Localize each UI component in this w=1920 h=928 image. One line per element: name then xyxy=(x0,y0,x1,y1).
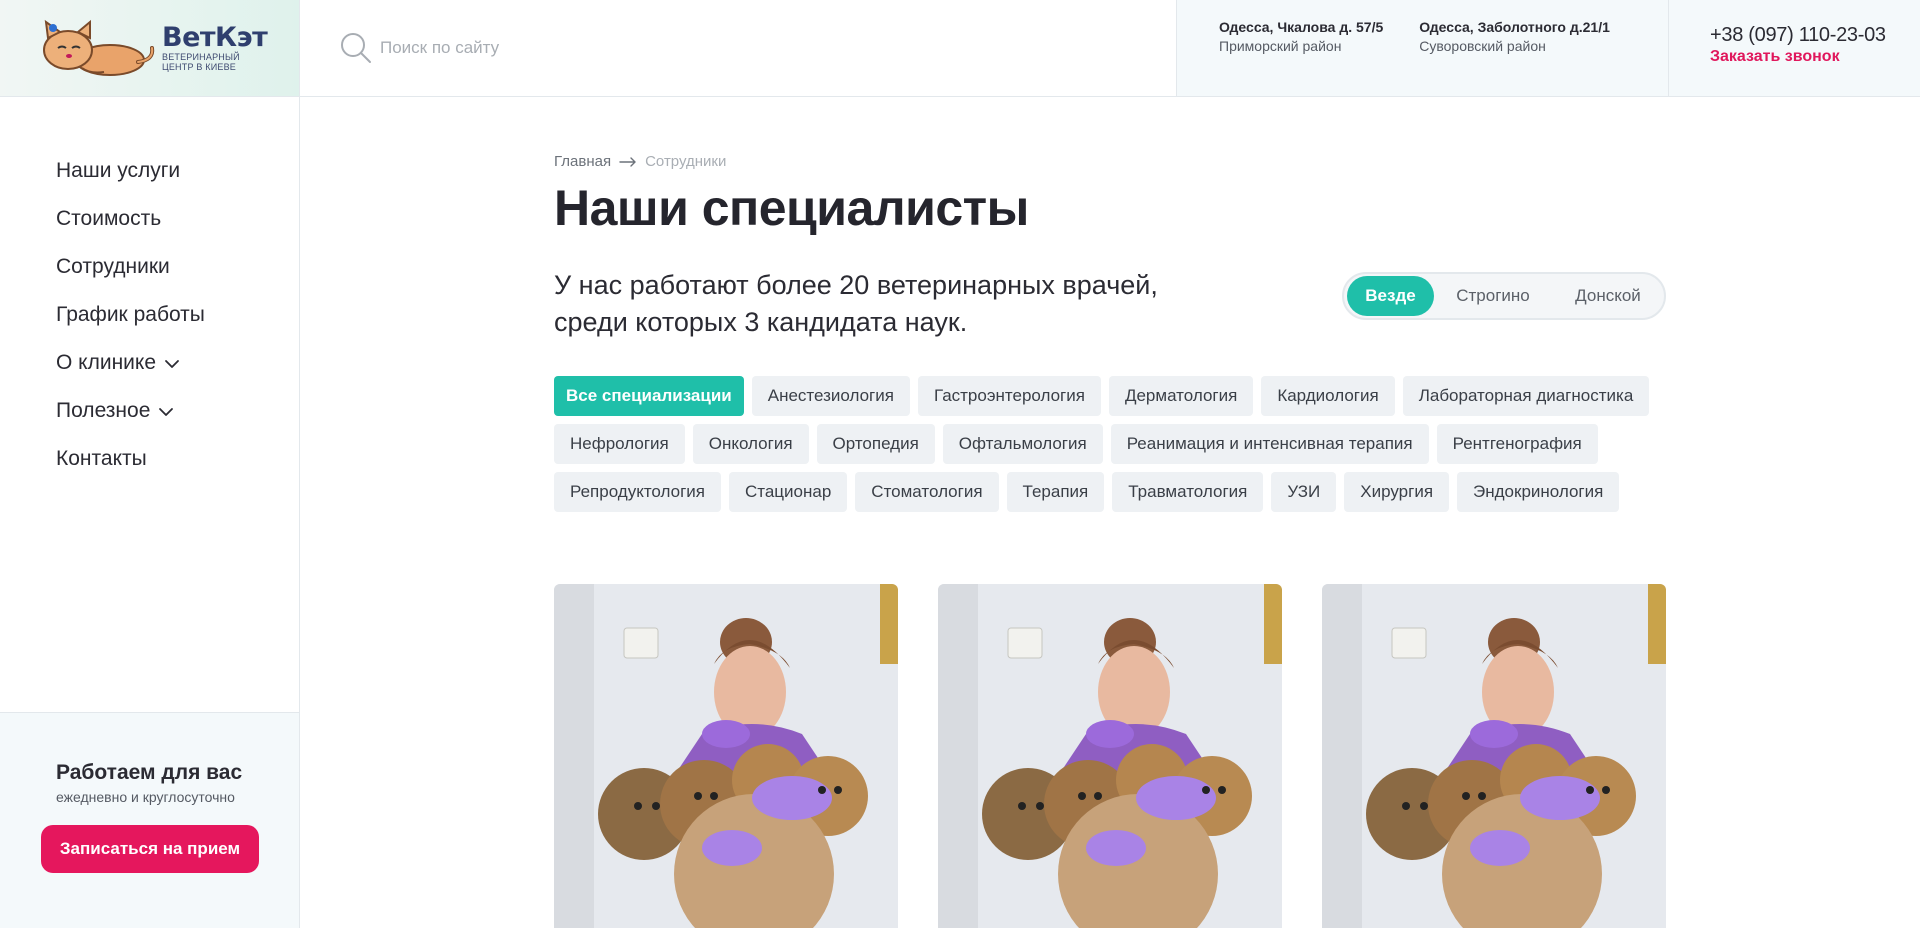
location-option-everywhere[interactable]: Везде xyxy=(1347,276,1434,316)
working-hours-subtitle: ежедневно и круглосуточно xyxy=(56,789,235,805)
veterinarian-with-puppies-photo xyxy=(938,584,1282,928)
sidebar-item-useful[interactable]: Полезное xyxy=(56,387,299,435)
sidebar-item-label: Контакты xyxy=(56,447,147,470)
sidebar-item-prices[interactable]: Стоимость xyxy=(56,195,299,243)
page-title: Наши специалисты xyxy=(554,180,1029,236)
working-hours-title: Работаем для вас xyxy=(56,761,243,784)
phone-number[interactable]: +38 (097) 110-23-03 xyxy=(1710,23,1920,47)
chevron-down-icon xyxy=(159,408,174,416)
sidebar-item-staff[interactable]: Сотрудники xyxy=(56,243,299,291)
specialization-tag[interactable]: Стационар xyxy=(728,472,848,512)
lead-line-2: среди которых 3 кандидата наук. xyxy=(554,307,968,337)
specialization-tag[interactable]: Лабораторная диагностика xyxy=(1402,376,1650,416)
specialization-tag[interactable]: Терапия xyxy=(1006,472,1105,512)
contact-block: +38 (097) 110-23-03 Заказать звонок xyxy=(1669,0,1920,96)
search-input[interactable] xyxy=(380,38,980,58)
address-1[interactable]: Одесса, Чкалова д. 57/5 Приморский район xyxy=(1219,18,1383,96)
address-2[interactable]: Одесса, Заболотного д.21/1 Суворовский р… xyxy=(1419,18,1610,96)
sidebar: Наши услуги Стоимость Сотрудники График … xyxy=(0,97,300,928)
specialization-tag[interactable]: Травматология xyxy=(1112,472,1264,512)
addresses: Одесса, Чкалова д. 57/5 Приморский район… xyxy=(1176,0,1669,96)
specialization-tag[interactable]: Онкология xyxy=(692,424,809,464)
specialist-card[interactable] xyxy=(938,584,1282,928)
breadcrumb-home[interactable]: Главная xyxy=(554,153,611,170)
logo-cat-icon xyxy=(43,19,155,76)
sidebar-item-services[interactable]: Наши услуги xyxy=(56,147,299,195)
lead-text: У нас работают более 20 ветеринарных вра… xyxy=(554,267,1194,341)
breadcrumb-current: Сотрудники xyxy=(645,153,727,170)
sidebar-item-label: Сотрудники xyxy=(56,255,170,278)
location-option-donskoy[interactable]: Донской xyxy=(1552,276,1664,316)
specialization-tag[interactable]: Эндокринология xyxy=(1457,472,1620,512)
specialization-tag[interactable]: Офтальмология xyxy=(942,424,1103,464)
sidebar-item-label: Стоимость xyxy=(56,207,162,230)
specialization-tag[interactable]: Реанимация и интенсивная терапия xyxy=(1110,424,1429,464)
specialization-tag[interactable]: Рентгенография xyxy=(1436,424,1598,464)
logo-subtitle-line2: центр в киеве xyxy=(162,62,236,72)
veterinarian-with-puppies-photo xyxy=(554,584,898,928)
working-hours-panel: Работаем для вас ежедневно и круглосуточ… xyxy=(0,712,299,928)
address-district: Суворовский район xyxy=(1419,38,1546,54)
address-street: Одесса, Чкалова д. 57/5 xyxy=(1219,19,1384,35)
veterinarian-with-puppies-photo xyxy=(1322,584,1666,928)
logo-title: ВетКэт xyxy=(162,22,268,53)
specialization-tag[interactable]: Стоматология xyxy=(855,472,999,512)
lead-line-1: У нас работают более 20 ветеринарных вра… xyxy=(554,270,1158,300)
breadcrumb: Главная Сотрудники xyxy=(554,153,726,170)
search-bar xyxy=(300,0,1176,96)
specialization-tag[interactable]: Хирургия xyxy=(1344,472,1450,512)
search-icon[interactable] xyxy=(340,32,372,64)
specialization-tag[interactable]: Анестезиология xyxy=(751,376,910,416)
sidebar-item-contacts[interactable]: Контакты xyxy=(56,435,299,483)
logo[interactable]: ВетКэт ветеринарный центр в киеве xyxy=(0,0,300,96)
specialization-tag[interactable]: Гастроэнтерология xyxy=(917,376,1101,416)
location-filter: Везде Строгино Донской xyxy=(1342,272,1666,320)
sidebar-item-label: О клинике xyxy=(56,351,157,374)
sidebar-item-label: График работы xyxy=(56,303,205,326)
address-street: Одесса, Заболотного д.21/1 xyxy=(1419,19,1610,35)
callback-link[interactable]: Заказать звонок xyxy=(1710,47,1840,67)
logo-text: ВетКэт ветеринарный центр в киеве xyxy=(162,22,268,73)
specialization-filters: Все специализации Анестезиология Гастроэ… xyxy=(554,376,1666,520)
specialist-card[interactable] xyxy=(1322,584,1666,928)
sidebar-item-label: Полезное xyxy=(56,399,151,422)
book-appointment-button[interactable]: Записаться на прием xyxy=(41,825,259,873)
specialization-tag[interactable]: Дерматология xyxy=(1108,376,1254,416)
site-header: ВетКэт ветеринарный центр в киеве Одесса… xyxy=(0,0,1920,97)
sidebar-item-schedule[interactable]: График работы xyxy=(56,291,299,339)
specialization-tag[interactable]: Ортопедия xyxy=(816,424,935,464)
specialist-cards xyxy=(554,584,1706,928)
specialization-tag[interactable]: УЗИ xyxy=(1271,472,1337,512)
sidebar-nav: Наши услуги Стоимость Сотрудники График … xyxy=(0,97,299,483)
logo-subtitle-line1: ветеринарный xyxy=(162,52,240,62)
specialization-tag[interactable]: Нефрология xyxy=(554,424,685,464)
address-district: Приморский район xyxy=(1219,38,1342,54)
location-option-strogino[interactable]: Строгино xyxy=(1434,276,1552,316)
chevron-down-icon xyxy=(165,360,179,368)
sidebar-item-label: Наши услуги xyxy=(56,159,181,182)
specialization-tag[interactable]: Все специализации xyxy=(554,376,744,416)
specialist-card[interactable] xyxy=(554,584,898,928)
specialization-tag[interactable]: Кардиология xyxy=(1261,376,1395,416)
sidebar-item-about[interactable]: О клинике xyxy=(56,339,299,387)
arrow-right-icon xyxy=(619,156,636,167)
specialization-tag[interactable]: Репродуктология xyxy=(554,472,721,512)
